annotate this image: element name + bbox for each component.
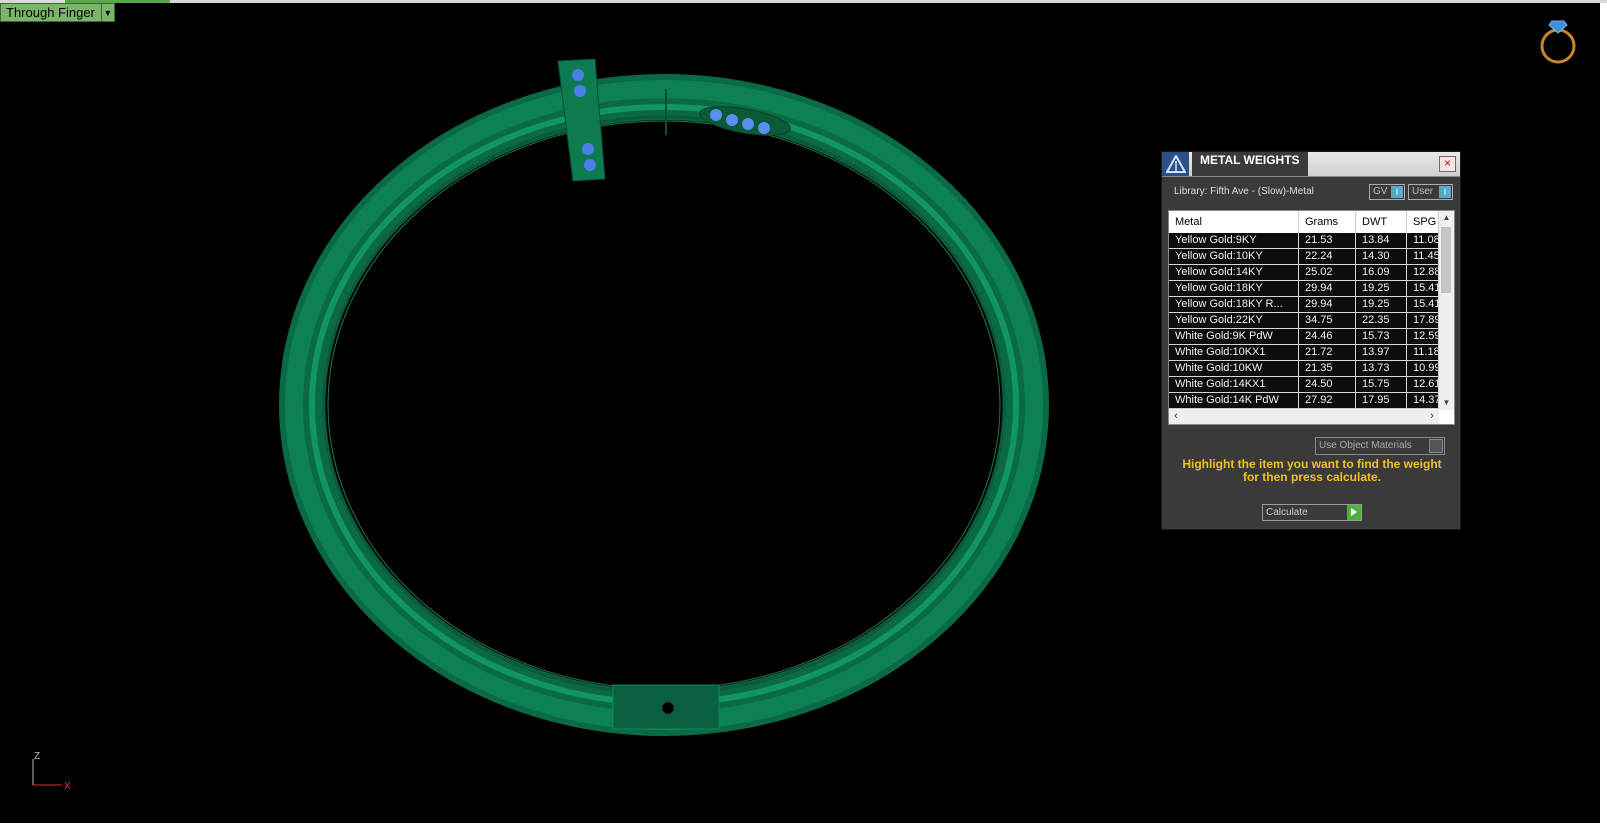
cell-dwt: 19.25 bbox=[1356, 297, 1407, 312]
table-row[interactable]: Yellow Gold:18KY R... 29.94 19.25 15.41 bbox=[1169, 297, 1441, 313]
cell-dwt: 15.75 bbox=[1356, 377, 1407, 392]
cell-grams: 29.94 bbox=[1299, 297, 1356, 312]
stone-bar-left[interactable] bbox=[557, 58, 606, 182]
cell-dwt: 16.09 bbox=[1356, 265, 1407, 280]
cell-dwt: 14.30 bbox=[1356, 249, 1407, 264]
axis-indicator: Z X bbox=[28, 751, 78, 792]
instruction-text: Highlight the item you want to find the … bbox=[1182, 457, 1442, 484]
toggle-gv[interactable]: GV I bbox=[1369, 184, 1405, 200]
toggle-gv-switch[interactable]: I bbox=[1391, 186, 1403, 198]
cell-metal: White Gold:10KX1 bbox=[1169, 345, 1299, 360]
scroll-up-icon[interactable]: ▲ bbox=[1439, 211, 1454, 225]
table-row[interactable]: White Gold:14KX1 24.50 15.75 12.61 bbox=[1169, 377, 1441, 393]
cell-dwt: 22.35 bbox=[1356, 313, 1407, 328]
horizontal-scrollbar[interactable]: ‹ › bbox=[1169, 408, 1439, 424]
cell-grams: 34.75 bbox=[1299, 313, 1356, 328]
cell-metal: White Gold:10KW bbox=[1169, 361, 1299, 376]
metal-weights-table[interactable]: Metal Grams DWT SPG Yellow Gold:9KY 21.53… bbox=[1168, 210, 1455, 425]
chevron-down-icon[interactable]: ▼ bbox=[100, 4, 114, 21]
cell-metal: Yellow Gold:10KY bbox=[1169, 249, 1299, 264]
cell-dwt: 13.73 bbox=[1356, 361, 1407, 376]
cell-dwt: 13.84 bbox=[1356, 233, 1407, 248]
table-row[interactable]: White Gold:10KX1 21.72 13.97 11.18 bbox=[1169, 345, 1440, 361]
toggle-user-label: User bbox=[1412, 186, 1434, 197]
cell-grams: 21.35 bbox=[1299, 361, 1356, 376]
cell-metal: White Gold:14K PdW bbox=[1169, 393, 1299, 408]
play-icon[interactable] bbox=[1347, 505, 1361, 520]
cell-dwt: 19.25 bbox=[1356, 281, 1407, 296]
column-header-metal[interactable]: Metal bbox=[1169, 211, 1299, 233]
cell-grams: 25.02 bbox=[1299, 265, 1356, 280]
ring-inner-edge bbox=[322, 115, 1006, 695]
panel-title-bar[interactable]: METAL WEIGHTS × bbox=[1162, 152, 1460, 177]
ring-band-outer-highlight bbox=[285, 80, 1043, 730]
cell-dwt: 15.73 bbox=[1356, 329, 1407, 344]
calculate-label: Calculate bbox=[1266, 507, 1308, 518]
table-row[interactable]: White Gold:10KW 21.35 13.73 10.99 bbox=[1169, 361, 1441, 377]
library-label: Library: Fifth Ave - (Slow)-Metal bbox=[1174, 186, 1314, 197]
table-row[interactable]: White Gold:14K PdW 27.92 17.95 14.37 bbox=[1169, 393, 1441, 409]
table-row[interactable]: Yellow Gold:14KY 25.02 16.09 12.88 bbox=[1169, 265, 1441, 281]
scroll-down-icon[interactable]: ▼ bbox=[1439, 396, 1454, 410]
toggle-user-switch[interactable]: I bbox=[1439, 186, 1451, 198]
table-body: Yellow Gold:9KY 21.53 13.84 11.08 Yellow Go… bbox=[1169, 233, 1441, 409]
column-header-grams[interactable]: Grams bbox=[1299, 211, 1356, 233]
cell-grams: 21.72 bbox=[1299, 345, 1356, 360]
panel-title: METAL WEIGHTS bbox=[1192, 152, 1308, 176]
ring-view-icon[interactable] bbox=[1536, 13, 1580, 67]
cell-grams: 24.50 bbox=[1299, 377, 1356, 392]
view-name-text: Through Finger bbox=[6, 5, 95, 20]
toggle-gv-label: GV bbox=[1373, 186, 1388, 197]
use-object-materials-indicator[interactable] bbox=[1429, 439, 1443, 453]
cell-metal: Yellow Gold:22KY bbox=[1169, 313, 1299, 328]
app-logo-icon bbox=[1162, 152, 1189, 176]
close-icon[interactable]: × bbox=[1439, 156, 1456, 172]
cell-metal: Yellow Gold:18KY R... bbox=[1169, 297, 1299, 312]
metal-weights-panel: METAL WEIGHTS × Library: Fifth Ave - (Sl… bbox=[1161, 151, 1461, 530]
cell-grams: 21.53 bbox=[1299, 233, 1356, 248]
cell-metal: Yellow Gold:14KY bbox=[1169, 265, 1299, 280]
scroll-thumb[interactable] bbox=[1441, 227, 1451, 293]
vertical-scrollbar[interactable]: ▲ ▼ bbox=[1438, 211, 1454, 410]
axis-x-label: X bbox=[64, 781, 71, 792]
scroll-left-icon[interactable]: ‹ bbox=[1169, 409, 1183, 424]
ring-band bbox=[279, 74, 1049, 736]
scroll-right-icon[interactable]: › bbox=[1425, 409, 1439, 424]
cell-dwt: 17.95 bbox=[1356, 393, 1407, 408]
cell-grams: 24.46 bbox=[1299, 329, 1356, 344]
table-header: Metal Grams DWT SPG bbox=[1169, 211, 1439, 234]
column-header-dwt[interactable]: DWT bbox=[1356, 211, 1407, 233]
table-row[interactable]: Yellow Gold:10KY 22.24 14.30 11.45 bbox=[1169, 249, 1440, 265]
cell-metal: White Gold:9K PdW bbox=[1169, 329, 1299, 344]
table-row[interactable]: Yellow Gold:22KY 34.75 22.35 17.89 bbox=[1169, 313, 1441, 329]
table-row[interactable]: Yellow Gold:9KY 21.53 13.84 11.08 bbox=[1169, 233, 1440, 249]
cell-grams: 27.92 bbox=[1299, 393, 1356, 408]
use-object-materials-toggle[interactable]: Use Object Materials bbox=[1315, 437, 1445, 455]
cell-grams: 22.24 bbox=[1299, 249, 1356, 264]
cell-metal: White Gold:14KX1 bbox=[1169, 377, 1299, 392]
calculate-button[interactable]: Calculate bbox=[1262, 504, 1362, 521]
table-row[interactable]: White Gold:9K PdW 24.46 15.73 12.59 bbox=[1169, 329, 1441, 345]
view-name-label[interactable]: Through Finger ▼ bbox=[0, 3, 115, 22]
bottom-hinge[interactable] bbox=[612, 684, 720, 730]
cell-metal: Yellow Gold:9KY bbox=[1169, 233, 1299, 248]
cell-dwt: 13.97 bbox=[1356, 345, 1407, 360]
cell-metal: Yellow Gold:18KY bbox=[1169, 281, 1299, 296]
use-object-materials-label: Use Object Materials bbox=[1319, 440, 1412, 451]
cell-grams: 29.94 bbox=[1299, 281, 1356, 296]
ring-inner-line bbox=[327, 120, 1001, 690]
toggle-user[interactable]: User I bbox=[1408, 184, 1453, 200]
table-row[interactable]: Yellow Gold:18KY 29.94 19.25 15.41 bbox=[1169, 281, 1441, 297]
